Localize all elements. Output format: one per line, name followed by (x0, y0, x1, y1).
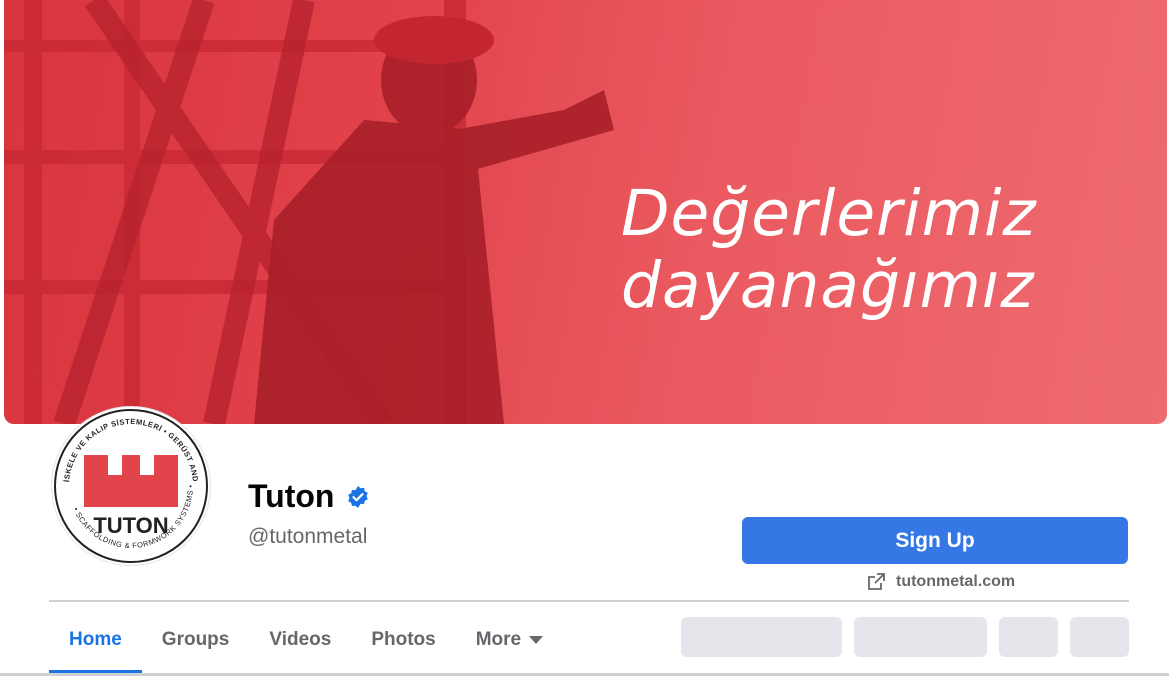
page-title: Tuton (248, 478, 370, 515)
tab-photos[interactable]: Photos (351, 612, 455, 668)
page-handle: @tutonmetal (248, 525, 368, 548)
tab-home[interactable]: Home (49, 612, 142, 674)
caret-down-icon (529, 636, 544, 644)
action-button-placeholder-3[interactable] (999, 617, 1058, 657)
header-divider (49, 600, 1129, 602)
page-tabs: Home Groups Videos Photos More (49, 612, 563, 674)
action-button-placeholder-4[interactable] (1070, 617, 1129, 657)
tab-more-label: More (475, 629, 522, 650)
tab-videos[interactable]: Videos (249, 612, 351, 668)
external-link-icon (868, 573, 885, 590)
tab-photos-label: Photos (371, 629, 436, 650)
website-label: tutonmetal.com (896, 573, 1016, 590)
tab-videos-label: Videos (269, 629, 332, 650)
sign-up-button[interactable]: Sign Up (742, 517, 1128, 564)
logo-wordmark: TUTON (93, 513, 168, 538)
tuton-logo: İSKELE VE KALIP SİSTEMLERİ • GERÜST AND … (52, 407, 208, 563)
tagline-line-1: Değerlerimiz (621, 177, 1037, 250)
action-button-placeholder-1[interactable] (681, 617, 842, 657)
tab-groups[interactable]: Groups (142, 612, 250, 668)
tab-groups-label: Groups (161, 629, 230, 650)
action-button-placeholder-2[interactable] (854, 617, 987, 657)
profile-avatar[interactable]: İSKELE VE KALIP SİSTEMLERİ • GERÜST AND … (52, 407, 210, 565)
website-link[interactable]: tutonmetal.com (866, 572, 1015, 592)
tab-home-label: Home (69, 629, 122, 650)
page-name-text: Tuton (248, 478, 335, 514)
cover-tagline: Değerlerimiz dayanağımız (621, 178, 1037, 322)
tagline-line-2: dayanağımız (621, 249, 1035, 322)
verified-badge-icon (348, 485, 369, 508)
tab-more[interactable]: More (456, 612, 563, 668)
cover-photo[interactable]: Değerlerimiz dayanağımız (4, 0, 1167, 424)
